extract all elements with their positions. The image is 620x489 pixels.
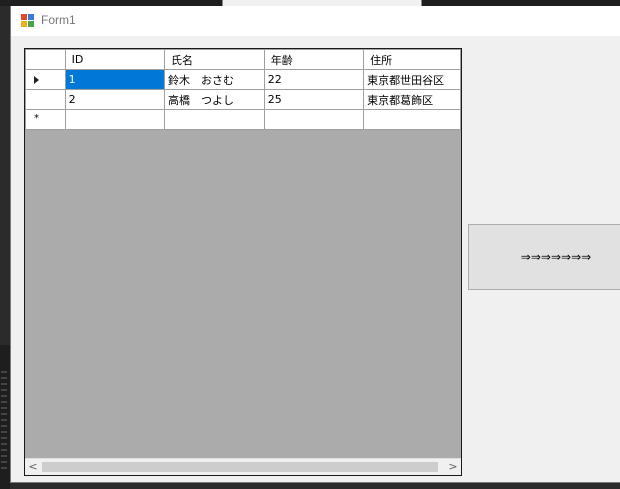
data-grid-view[interactable]: ID 氏名 年齢 住所 1 鈴木 おさむ 22 東京都世田谷区 2 高橋 つよし…	[24, 48, 462, 476]
column-header-age[interactable]: 年齢	[263, 49, 365, 70]
new-cell-name[interactable]	[163, 109, 265, 130]
chevron-right-icon[interactable]: >	[445, 459, 461, 475]
form-app-icon	[21, 14, 35, 28]
new-cell-address[interactable]	[363, 109, 461, 130]
title-bar[interactable]: Form1	[11, 6, 620, 36]
chevron-left-icon[interactable]: <	[25, 459, 41, 475]
row-header[interactable]	[25, 89, 66, 110]
table-row[interactable]: 2 高橋 つよし 25 東京都葛飾区	[25, 89, 461, 110]
cell-address[interactable]: 東京都世田谷区	[363, 69, 461, 90]
new-row-header[interactable]: *	[25, 109, 66, 130]
new-row-marker: *	[34, 113, 39, 124]
cell-name[interactable]: 鈴木 おさむ	[163, 69, 265, 90]
row-header[interactable]	[25, 69, 66, 90]
table-row[interactable]: 1 鈴木 おさむ 22 東京都世田谷区	[25, 69, 461, 90]
grid-corner-header[interactable]	[25, 49, 66, 70]
window-title: Form1	[41, 13, 76, 27]
cell-age[interactable]: 22	[263, 69, 365, 90]
scrollbar-thumb[interactable]	[42, 462, 438, 472]
grid-header-row: ID 氏名 年齢 住所	[25, 49, 461, 70]
new-cell-id[interactable]	[64, 109, 165, 130]
desktop-background-left	[0, 345, 10, 489]
horizontal-scrollbar[interactable]: < >	[25, 458, 461, 475]
column-header-name[interactable]: 氏名	[163, 49, 265, 70]
cell-id[interactable]: 1	[64, 69, 165, 90]
column-header-id[interactable]: ID	[64, 49, 165, 70]
new-cell-age[interactable]	[263, 109, 365, 130]
cell-address[interactable]: 東京都葛飾区	[363, 89, 461, 110]
new-row[interactable]: *	[25, 109, 461, 130]
background-dots	[1, 371, 7, 471]
cell-id[interactable]: 2	[64, 89, 165, 110]
cell-age[interactable]: 25	[263, 89, 365, 110]
grid-table: ID 氏名 年齢 住所 1 鈴木 おさむ 22 東京都世田谷区 2 高橋 つよし…	[25, 49, 461, 130]
form-window: Form1 ID 氏名 年齢 住所 1 鈴木 おさむ 22 東京都世田谷区 2 …	[10, 6, 620, 483]
row-pointer-icon	[34, 76, 39, 84]
arrow-button[interactable]: ⇒⇒⇒⇒⇒⇒⇒	[468, 224, 620, 290]
column-header-address[interactable]: 住所	[363, 49, 461, 70]
cell-name[interactable]: 高橋 つよし	[163, 89, 265, 110]
